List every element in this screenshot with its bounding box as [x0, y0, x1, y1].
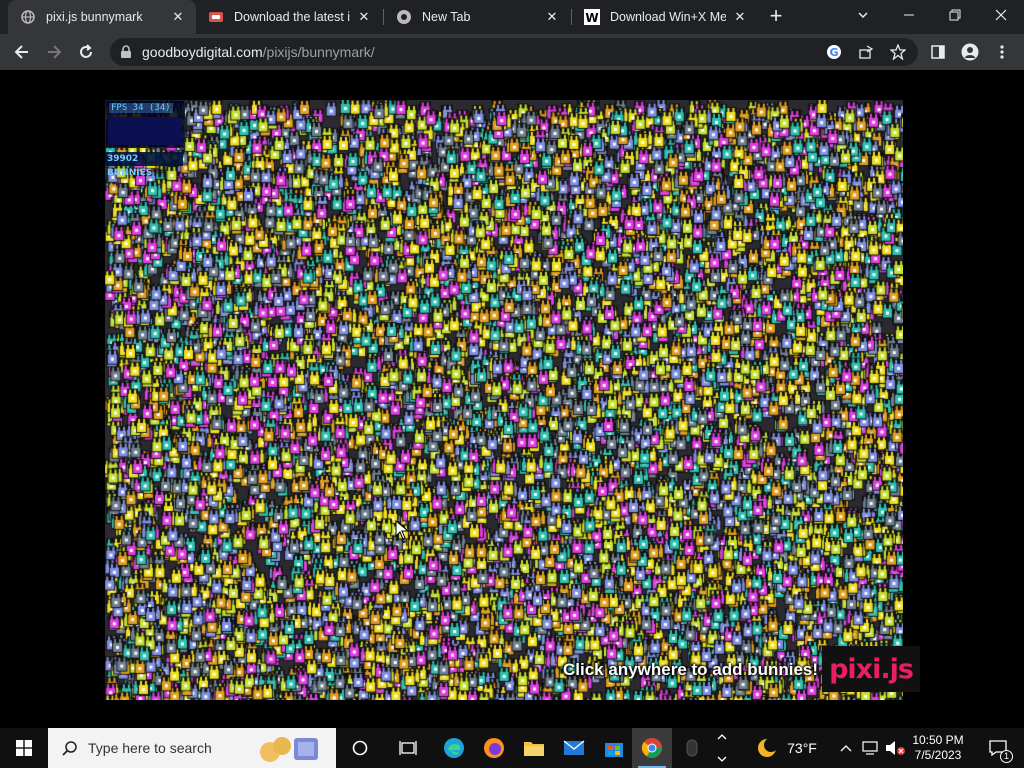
svg-text:W: W: [585, 11, 598, 25]
store-icon[interactable]: [594, 728, 634, 768]
more-menu-icon[interactable]: [988, 38, 1016, 66]
bunny-count: 39902 BUNNIES: [105, 152, 183, 178]
tab-download-latest[interactable]: Download the latest incr ✕: [196, 0, 382, 34]
share-icon[interactable]: [857, 43, 875, 61]
fps-graph: [108, 117, 182, 145]
close-tab-icon[interactable]: ✕: [170, 9, 186, 25]
mouse-app-icon[interactable]: [674, 728, 710, 768]
tab-search-icon[interactable]: [840, 0, 886, 30]
bunnymark-canvas[interactable]: FPS 34 (34) 39902 BUNNIES Click anywhere…: [105, 100, 903, 700]
taskbar-scroll-icon[interactable]: [712, 728, 732, 768]
lock-icon[interactable]: [120, 45, 132, 64]
fps-meter: FPS 34 (34): [105, 100, 185, 148]
cortana-icon[interactable]: [340, 728, 380, 768]
back-button[interactable]: [8, 38, 36, 66]
fps-label: FPS 34 (34): [109, 103, 173, 113]
tab-bunnymark[interactable]: pixi.js bunnymark ✕: [8, 0, 196, 34]
search-highlight-art-icon: [260, 737, 318, 762]
chrome-taskbar-icon[interactable]: [632, 728, 672, 768]
mouse-cursor-icon: [395, 520, 409, 540]
restore-button[interactable]: [932, 0, 978, 30]
browser-toolbar: goodboydigital.com/pixijs/bunnymark/ G: [0, 34, 1024, 70]
tab-download-winx[interactable]: W Download Win+X Men ✕: [572, 0, 758, 34]
pixijs-logo-text: pixi.js: [829, 653, 914, 685]
add-bunnies-hint: Click anywhere to add bunnies!: [563, 660, 819, 679]
close-tab-icon[interactable]: ✕: [356, 9, 372, 25]
minimize-button[interactable]: [886, 0, 932, 30]
windows-start-icon[interactable]: [0, 728, 48, 768]
file-explorer-icon[interactable]: [514, 728, 554, 768]
tab-title: Download the latest incr: [234, 10, 350, 24]
gamepad-icon: [208, 9, 224, 25]
close-tab-icon[interactable]: ✕: [544, 9, 560, 25]
chevron-up-icon[interactable]: [836, 728, 856, 768]
new-tab-button[interactable]: +: [764, 5, 788, 29]
url-text: goodboydigital.com/pixijs/bunnymark/: [142, 44, 375, 60]
weather-moon-icon[interactable]: [752, 728, 782, 768]
bookmark-star-icon[interactable]: [889, 43, 907, 61]
clock[interactable]: 10:50 PM 7/5/2023: [906, 728, 970, 768]
tab-title: Download Win+X Men: [610, 10, 726, 24]
close-tab-icon[interactable]: ✕: [732, 9, 748, 25]
windows-taskbar: Type here to search 73°F 10:50 PM 7/5/20…: [0, 728, 1024, 768]
reload-button[interactable]: [72, 38, 100, 66]
page-content: FPS 34 (34) 39902 BUNNIES Click anywhere…: [0, 70, 1024, 728]
w-logo-icon: W: [584, 9, 600, 25]
tab-strip: pixi.js bunnymark ✕ Download the latest …: [0, 0, 1024, 34]
google-icon[interactable]: G: [825, 43, 843, 61]
taskbar-search-box[interactable]: Type here to search: [48, 728, 336, 768]
tab-title: pixi.js bunnymark: [46, 10, 143, 24]
close-window-button[interactable]: [978, 0, 1024, 30]
svg-text:G: G: [829, 46, 838, 59]
tab-title: New Tab: [422, 10, 471, 24]
volume-muted-icon[interactable]: [884, 728, 906, 768]
pixijs-logo[interactable]: pixi.js: [822, 646, 920, 692]
firefox-icon[interactable]: [474, 728, 514, 768]
forward-button[interactable]: [40, 38, 68, 66]
globe-icon: [20, 9, 36, 25]
task-view-icon[interactable]: [388, 728, 428, 768]
bunny-sprites: [105, 100, 903, 700]
tab-new-tab[interactable]: New Tab ✕: [384, 0, 570, 34]
address-bar[interactable]: goodboydigital.com/pixijs/bunnymark/ G: [110, 38, 918, 66]
search-placeholder: Type here to search: [88, 740, 212, 756]
chrome-icon: [396, 9, 412, 25]
clock-time: 10:50 PM: [912, 733, 964, 747]
mail-icon[interactable]: [554, 728, 594, 768]
network-icon[interactable]: [860, 728, 882, 768]
side-panel-icon[interactable]: [924, 38, 952, 66]
notification-center-icon[interactable]: 1: [978, 728, 1018, 768]
weather-temp[interactable]: 73°F: [784, 728, 820, 768]
edge-icon[interactable]: [434, 728, 474, 768]
clock-date: 7/5/2023: [914, 748, 962, 762]
search-icon: [62, 741, 77, 756]
profile-avatar[interactable]: [956, 38, 984, 66]
notification-badge: 1: [1000, 750, 1013, 763]
